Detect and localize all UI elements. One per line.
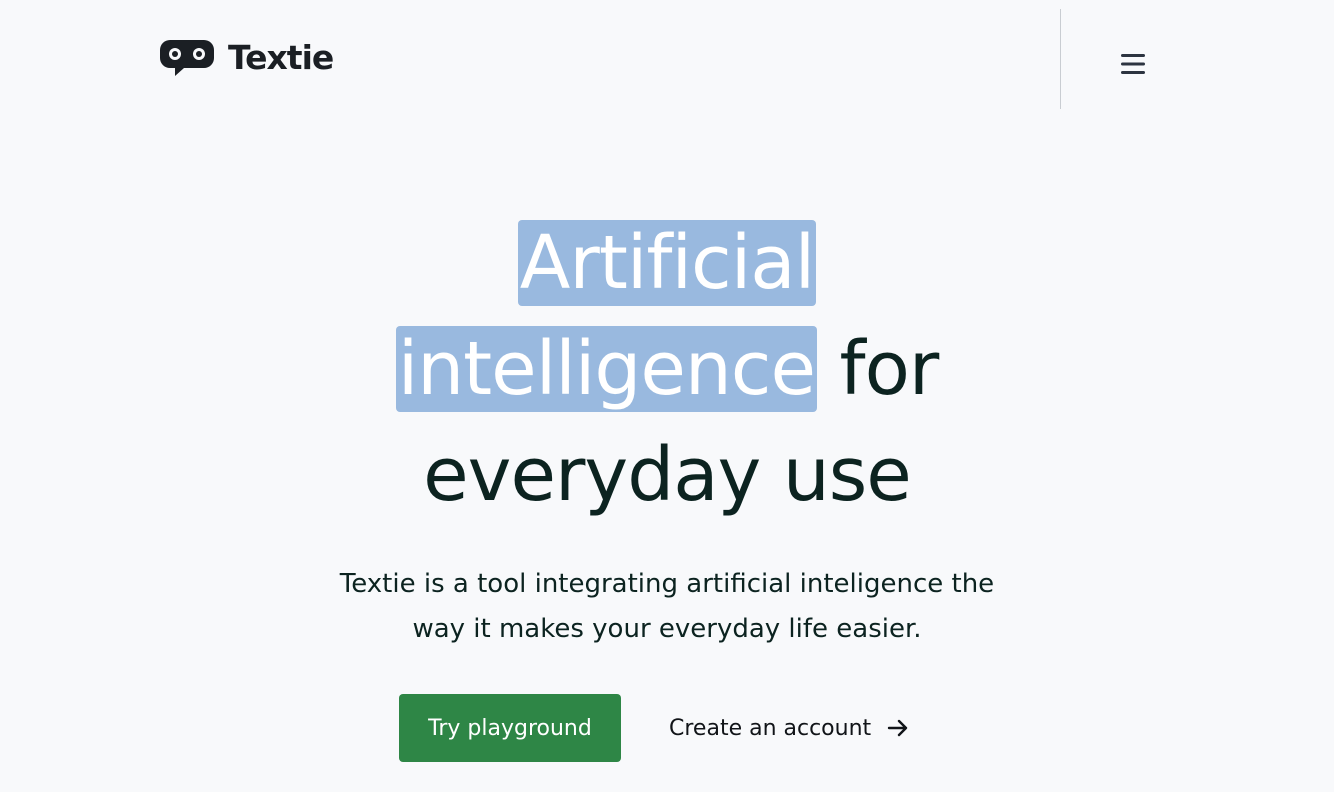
- hamburger-menu-icon: [1112, 52, 1154, 76]
- menu-button[interactable]: [1112, 40, 1154, 80]
- hero-subtitle: Textie is a tool integrating artificial …: [339, 569, 995, 644]
- speech-bubble-eyes-icon: [160, 38, 214, 78]
- arrow-right-icon: [871, 718, 909, 738]
- create-account-link[interactable]: Create an account: [669, 716, 909, 741]
- hero-section: Artificial intelligence for everyday use…: [0, 210, 1334, 652]
- hero-actions: Try playground Create an account: [399, 694, 909, 762]
- brand-name: Textie: [228, 38, 334, 77]
- headline-highlight: Artificial intelligence: [395, 220, 817, 412]
- create-account-label: Create an account: [669, 715, 872, 741]
- brand-logo-link[interactable]: Textie: [160, 38, 334, 78]
- hero-headline: Artificial intelligence for everyday use: [317, 210, 1017, 528]
- try-playground-button[interactable]: Try playground: [399, 694, 621, 762]
- header-divider: [1060, 9, 1061, 109]
- site-header: Textie: [0, 0, 1334, 110]
